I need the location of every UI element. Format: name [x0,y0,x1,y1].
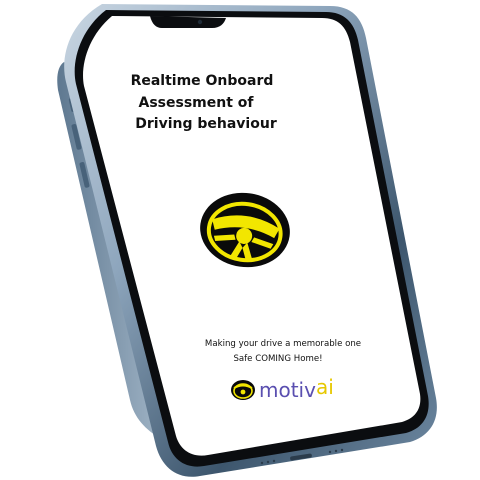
headline-line-1: Realtime Onboard [131,73,274,89]
camera-notch [150,16,226,28]
steering-wheel-small-icon [231,380,255,400]
brand-word-motiv: motiv [259,378,316,402]
front-camera-icon [197,19,203,25]
brand-word-ai: ai [316,375,334,399]
headline-line-2: Assessment of [139,95,255,111]
headline-line-3: Driving behaviour [135,116,277,132]
phone-device: Realtime Onboard Assessment of Driving b… [57,4,437,477]
tagline-line-2: Safe COMING Home! [233,354,322,364]
phone-mockup: Realtime Onboard Assessment of Driving b… [0,0,480,480]
tagline-line-1: Making your drive a memorable one [205,339,361,349]
